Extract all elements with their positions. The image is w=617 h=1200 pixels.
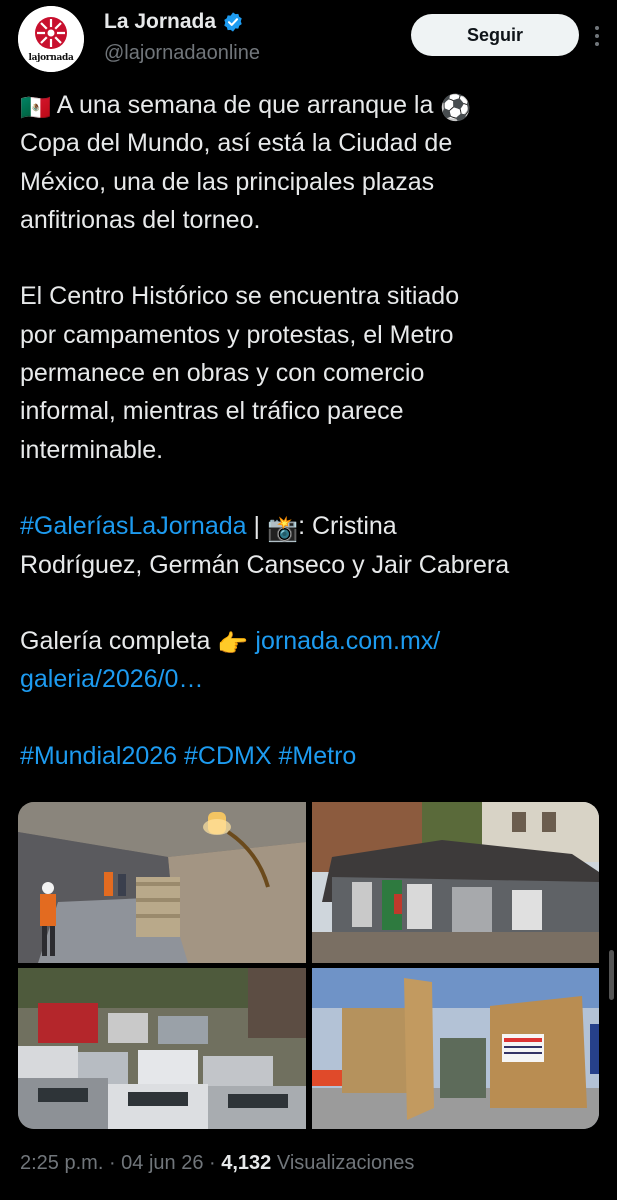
more-options-icon[interactable] [584, 18, 610, 54]
tweet-line: permanece en obras y con comercio [20, 359, 425, 388]
photo-metro-corridor[interactable] [18, 802, 306, 963]
gallery-url-link[interactable]: jornada.com.mx/ [255, 627, 440, 655]
tweet-metadata: 2:25 p.m. · 04 jun 26 · 4,132 Visualizac… [20, 1152, 415, 1174]
photo-traffic[interactable] [18, 968, 306, 1129]
tweet-line: 🇲🇽 A una semana de que arranque la ⚽ [20, 86, 600, 124]
hashtag-link[interactable]: #GaleríasLaJornada [20, 512, 247, 540]
mexico-flag-icon: 🇲🇽 [20, 94, 52, 122]
photo-encampment[interactable] [312, 802, 599, 963]
hashtags-line: #Mundial2026 #CDMX #Metro [20, 737, 600, 775]
follow-button[interactable]: Seguir [411, 14, 579, 56]
tweet-text: 🇲🇽 A una semana de que arranque la ⚽ Cop… [20, 86, 600, 775]
avatar-wordmark: lajornada [28, 53, 74, 63]
verified-badge-icon[interactable] [222, 11, 244, 33]
hashtag-link[interactable]: #Metro [279, 742, 357, 770]
photo-gallery [18, 802, 599, 1129]
tweet-line: El Centro Histórico se encuentra sitiado [20, 282, 460, 311]
credit-line: Rodríguez, Germán Canseco y Jair Cabrera [20, 550, 510, 579]
tweet-line: informal, mientras el tráfico parece [20, 397, 404, 426]
tweet-line: por campamentos y protestas, el Metro [20, 320, 454, 349]
views-count: 4,132 [221, 1152, 272, 1174]
camera-icon: 📸 [266, 515, 299, 544]
avatar[interactable]: lajornada [18, 6, 84, 72]
gallery-url-link[interactable]: galeria/2026/0… [20, 665, 203, 693]
soccer-ball-icon: ⚽ [440, 94, 472, 122]
display-name[interactable]: La Jornada [104, 10, 216, 34]
tweet-line: interminable. [20, 435, 164, 464]
views-label: Visualizaciones [271, 1152, 415, 1174]
tweet-line: Copa del Mundo, así está la Ciudad de [20, 129, 453, 158]
credit-line: #GaleríasLaJornada | 📸: Cristina [20, 507, 600, 545]
scrollbar-thumb[interactable] [609, 950, 614, 1000]
tweet-date[interactable]: 04 jun 26 [121, 1152, 203, 1174]
tweet-time[interactable]: 2:25 p.m. [20, 1152, 103, 1174]
hashtag-link[interactable]: #Mundial2026 [20, 742, 177, 770]
name-row: La Jornada [104, 10, 244, 34]
pointing-hand-icon: 👉 [217, 630, 249, 659]
tweet-line: México, una de las principales plazas [20, 167, 435, 196]
gallery-link-line: Galería completa 👉 jornada.com.mx/ [20, 622, 600, 660]
tweet-line: anfitrionas del torneo. [20, 205, 261, 234]
photo-construction-barriers[interactable] [312, 968, 599, 1129]
hashtag-link[interactable]: #CDMX [184, 742, 272, 770]
gallery-link-line: galeria/2026/0… [20, 660, 600, 698]
tweet-header: lajornada La Jornada @lajornadaonline Se… [18, 4, 600, 74]
handle[interactable]: @lajornadaonline [104, 42, 260, 65]
